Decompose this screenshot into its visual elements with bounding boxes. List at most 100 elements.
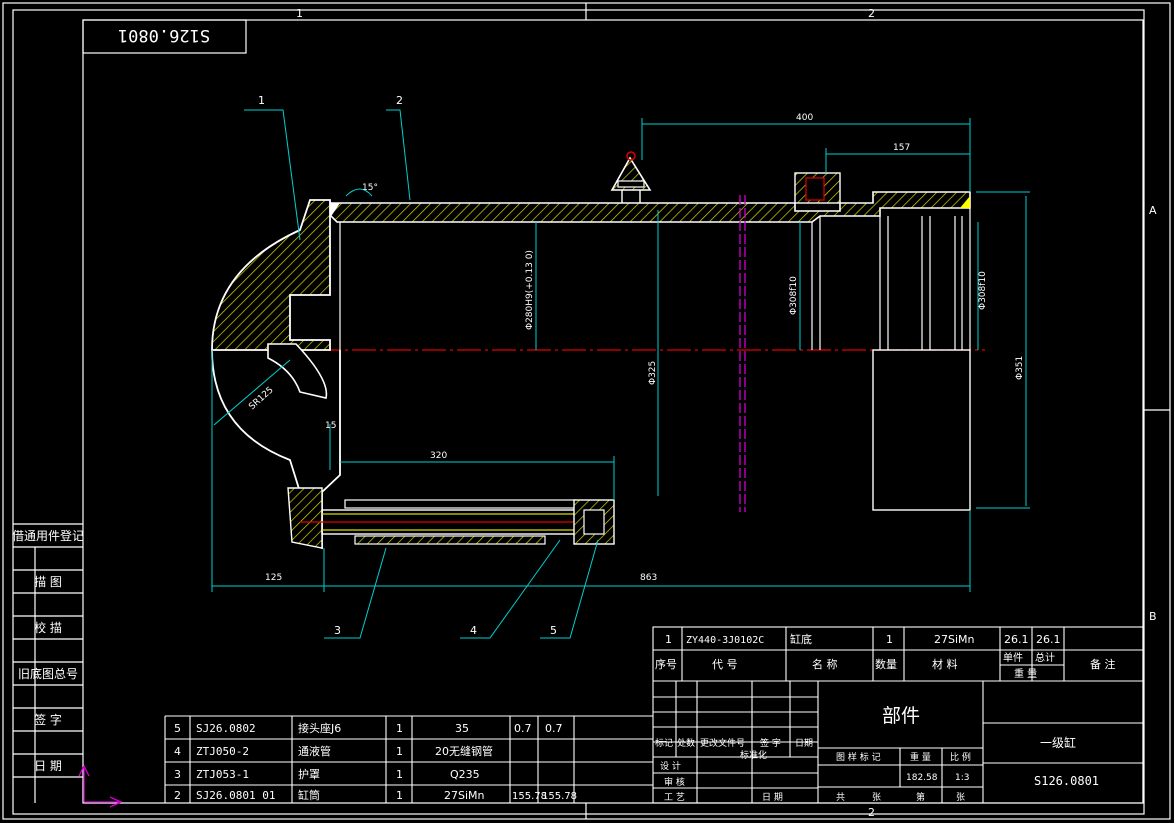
part2-name: 缸筒 [298,788,320,802]
rev-date: 日期 [795,738,813,749]
dim-157: 157 [893,143,910,153]
inner-border [82,19,1144,804]
cad-drawing: 1 2 2 A B S126.0801 借通用件登记 描 图 校 描 旧底图总号… [2,2,1171,820]
part5-name: 接头座J6 [298,721,341,735]
part2-total: 155.78 [542,791,577,802]
rev-sign: 签 字 [760,737,781,749]
header-total: 总计 [1035,651,1055,664]
part3-no: 3 [174,768,181,781]
part1-qty: 1 [886,633,893,646]
process-label: 工 艺 [664,792,685,803]
part5-unit: 0.7 [514,722,532,735]
header-name: 名 称 [812,657,838,671]
total-sheets-label: 共 [836,792,845,803]
dim-bore: Φ280H9(+0.13 0) [525,250,535,330]
scale-value: 1:3 [955,773,969,783]
dim-sr125: SR125 [247,385,275,412]
page-label: 第 [916,791,925,803]
part4-name: 通液管 [298,744,331,758]
dim-308-right: Φ308f10 [978,271,988,310]
callout-3: 3 [334,624,341,637]
part1-material: 27SiMn [934,633,975,646]
dim-320: 320 [430,451,447,461]
header-material: 材 料 [932,657,958,671]
part4-no: 4 [174,745,181,758]
zone-label-top-1: 1 [296,7,303,20]
rev-change-doc: 更改文件号 [700,737,745,749]
part1-name: 缸底 [790,632,812,646]
header-weight: 重 量 [1014,667,1037,680]
strip-date: 日 期 [34,759,62,773]
header-no: 序号 [655,657,677,671]
strip-old-drawing-no: 旧底图总号 [18,666,78,681]
dim-351: Φ351 [1015,356,1025,380]
part1-unit: 26.1 [1004,633,1029,646]
cylinder-drawing [211,109,1030,639]
part5-no: 5 [174,722,181,735]
port-boss [287,487,323,549]
barrel-wall [329,191,971,223]
dim-400: 400 [796,113,813,123]
scale-label: 比 例 [950,751,971,763]
callout-5: 5 [550,624,557,637]
dim-15: 15 [325,421,336,431]
dim-angle: 15° [362,183,378,193]
part5-total: 0.7 [545,722,563,735]
sheet-label: 张 [872,792,881,803]
dim-863: 863 [640,573,657,583]
part3-qty: 1 [396,768,403,781]
header-qty: 数量 [875,658,897,671]
part3-code: ZTJ053-1 [196,768,249,781]
review-label: 审 核 [664,776,685,788]
part3-material: Q235 [450,768,480,781]
outer-end-view [872,349,971,511]
part-type: 部件 [882,705,920,727]
callout-2: 2 [396,94,403,107]
part4-qty: 1 [396,745,403,758]
outer-border [2,2,1171,820]
zone-border [12,9,1145,815]
part1-no: 1 [665,633,672,646]
drawing-frame [2,2,1171,820]
strip-signature: 签 字 [34,712,62,727]
dim-308-left: Φ308f10 [789,276,799,315]
part2-code: SJ26.0801 01 [196,789,275,802]
header-remark: 备 注 [1090,657,1116,671]
zone-label-right-b: B [1149,610,1157,623]
part2-no: 2 [174,789,181,802]
designer-label: 设 计 [660,760,681,772]
part1-code: ZY440-3J0102C [686,635,764,646]
guard [354,535,546,545]
callout-1: 1 [258,94,265,107]
weight-value: 182.58 [906,773,938,783]
zone-label-bottom-2: 2 [868,806,875,819]
dim-125: 125 [265,573,282,583]
rotated-code: S126.0801 [118,25,210,45]
part2-qty: 1 [396,789,403,802]
part5-qty: 1 [396,722,403,735]
drawing-no: S126.0801 [1034,774,1099,788]
callout-4: 4 [470,624,477,637]
product-name: 一级缸 [1040,735,1076,750]
rev-count: 处数 [677,737,695,749]
strip-check-tracing: 校 描 [34,620,62,635]
part3-name: 护罩 [298,767,320,781]
dim-325: Φ325 [648,361,658,385]
strip-borrowed-register: 借通用件登记 [12,528,84,543]
weight-label: 重 量 [910,751,931,763]
date2-label: 日 期 [762,792,783,803]
drawing-mark-label: 图 样 标 记 [836,751,881,763]
header-unit: 单件 [1003,652,1023,664]
zone-label-top-2: 2 [868,7,875,20]
ucs-icon [78,764,123,808]
cylinder-bottom [211,199,331,351]
zone-label-right-a: A [1149,204,1157,217]
part1-total: 26.1 [1036,633,1061,646]
sheet2-label: 张 [956,792,965,803]
rev-mark: 标记 [655,737,673,749]
part2-material: 27SiMn [444,789,485,802]
standardize-label: 标准化 [740,749,767,761]
header-code: 代 号 [712,658,738,671]
strip-tracing: 描 图 [34,575,62,589]
part5-code: SJ26.0802 [196,722,256,735]
